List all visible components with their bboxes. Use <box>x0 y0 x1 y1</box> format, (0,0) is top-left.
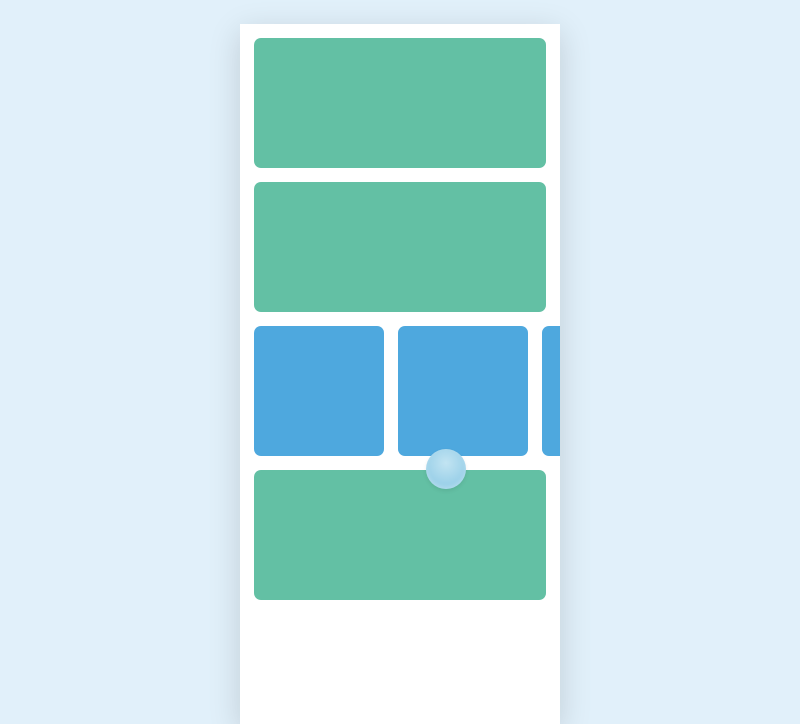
horizontal-scroll-row[interactable] <box>254 326 560 456</box>
tile-item[interactable] <box>398 326 528 456</box>
content-card[interactable] <box>254 182 546 312</box>
tile-item[interactable] <box>542 326 560 456</box>
device-frame <box>240 24 560 724</box>
content-card[interactable] <box>254 38 546 168</box>
content-card[interactable] <box>254 470 546 600</box>
tile-item[interactable] <box>254 326 384 456</box>
